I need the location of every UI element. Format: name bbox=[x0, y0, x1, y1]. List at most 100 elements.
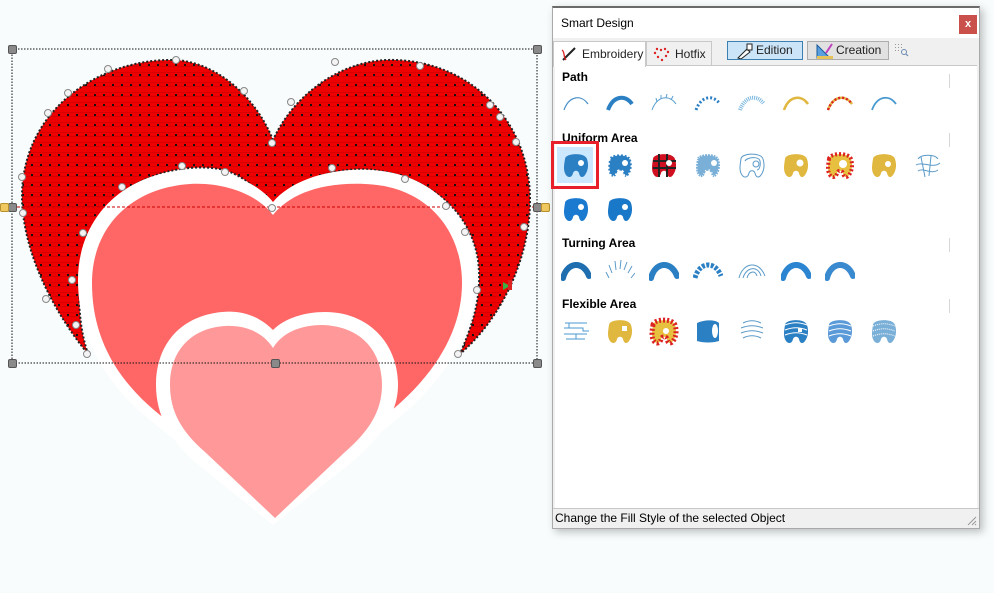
style-option-candy-stripe-fill[interactable] bbox=[821, 147, 857, 183]
yellow-grid-fill-icon bbox=[872, 154, 897, 178]
style-option-stipple-fill[interactable] bbox=[909, 147, 945, 183]
tab-embroidery[interactable]: Embroidery bbox=[553, 41, 646, 67]
style-option-yellow-satin-path[interactable] bbox=[777, 86, 813, 122]
gradient-turning-icon bbox=[781, 262, 811, 281]
panel-titlebar[interactable]: Smart Design x bbox=[553, 8, 979, 38]
style-option-textured-turning[interactable] bbox=[821, 252, 857, 288]
gradient-yellow-fill-icon bbox=[784, 154, 809, 178]
status-bar: Change the Fill Style of the selected Ob… bbox=[553, 508, 979, 528]
style-option-red-beaded-path[interactable] bbox=[821, 86, 857, 122]
section-title-flexible-area: Flexible Area bbox=[562, 297, 637, 311]
style-option-red-yellow-motif-fill[interactable] bbox=[645, 313, 681, 349]
blue-textured-fill-2-icon bbox=[608, 198, 633, 222]
style-option-tartan-fill[interactable] bbox=[645, 147, 681, 183]
section-title-turning-area: Turning Area bbox=[562, 236, 636, 250]
style-option-wave-dense-fill[interactable] bbox=[821, 313, 857, 349]
creation-button[interactable]: Creation bbox=[807, 41, 889, 60]
bead-turning-icon bbox=[693, 262, 723, 279]
style-option-gradient-turning[interactable] bbox=[777, 252, 813, 288]
style-option-satin-flex-fill[interactable] bbox=[689, 313, 725, 349]
section-title-uniform-area: Uniform Area bbox=[562, 131, 638, 145]
edition-label: Edition bbox=[756, 43, 793, 57]
separator bbox=[949, 74, 950, 88]
edition-button[interactable]: Edition bbox=[727, 41, 803, 60]
style-option-bead-turning[interactable] bbox=[689, 252, 725, 288]
handle-bottom-right[interactable] bbox=[533, 359, 542, 368]
handle-bottom-left[interactable] bbox=[8, 359, 17, 368]
yellow-satin-path-icon bbox=[782, 96, 810, 111]
style-option-running-stitch-path[interactable] bbox=[557, 86, 593, 122]
rotate-handle-right[interactable] bbox=[541, 203, 550, 212]
wave-satin-fill-icon bbox=[784, 320, 809, 344]
stipple-fill-icon bbox=[915, 154, 941, 178]
maze-fill-icon bbox=[564, 322, 589, 340]
style-option-blue-textured-fill[interactable] bbox=[557, 191, 593, 227]
styles-list: Path Uniform Area Turning Area Flexible … bbox=[551, 65, 977, 512]
yellow-motif-fill-icon bbox=[608, 320, 633, 344]
contour-turning-icon bbox=[738, 264, 766, 279]
style-option-crosshatch-fill[interactable] bbox=[689, 147, 725, 183]
satin-path-icon bbox=[606, 95, 634, 111]
needle-icon bbox=[561, 47, 576, 61]
red-yellow-motif-fill-icon bbox=[649, 317, 679, 346]
style-option-pattern-path[interactable] bbox=[733, 86, 769, 122]
separator bbox=[949, 133, 950, 147]
tab-embroidery-label: Embroidery bbox=[582, 47, 644, 61]
style-option-contour-fill[interactable] bbox=[733, 147, 769, 183]
panel-toolbar: Embroidery Hotfix Edition Creation bbox=[553, 38, 979, 67]
style-option-blue-textured-fill-2[interactable] bbox=[601, 191, 637, 227]
handle-top-right[interactable] bbox=[533, 45, 542, 54]
style-option-wave-satin-fill[interactable] bbox=[777, 313, 813, 349]
style-option-satin-path[interactable] bbox=[601, 86, 637, 122]
edit-pen-icon bbox=[737, 43, 753, 59]
style-option-thin-line-path[interactable] bbox=[865, 86, 901, 122]
satin-turning-icon bbox=[561, 262, 591, 281]
tartan-fill-icon bbox=[652, 154, 677, 178]
style-option-yellow-grid-fill[interactable] bbox=[865, 147, 901, 183]
style-option-tatami-turning[interactable] bbox=[645, 252, 681, 288]
style-option-wave-lines-fill[interactable] bbox=[733, 313, 769, 349]
handle-top-left[interactable] bbox=[8, 45, 17, 54]
style-option-tatami-fill[interactable] bbox=[551, 141, 599, 189]
satin-flex-fill-icon bbox=[697, 320, 719, 343]
resize-grip-icon[interactable] bbox=[965, 514, 977, 526]
tab-hotfix[interactable]: Hotfix bbox=[646, 41, 712, 66]
inner-heart[interactable] bbox=[170, 325, 382, 518]
style-option-gradient-yellow-fill[interactable] bbox=[777, 147, 813, 183]
style-option-bead-path[interactable] bbox=[689, 86, 725, 122]
rhinestone-heart-icon bbox=[653, 47, 670, 62]
style-option-checker-fill[interactable] bbox=[601, 147, 637, 183]
checker-fill-icon bbox=[606, 152, 634, 179]
bead-path-icon bbox=[694, 96, 722, 111]
red-beaded-path-icon bbox=[826, 96, 854, 111]
design-canvas[interactable] bbox=[0, 0, 550, 593]
candy-stripe-fill-icon bbox=[826, 152, 855, 180]
handle-mid-left[interactable] bbox=[8, 203, 17, 212]
handle-bottom-center[interactable] bbox=[271, 359, 280, 368]
separator bbox=[949, 299, 950, 313]
wave-dotted-fill-icon bbox=[872, 320, 897, 344]
tatami-fill-icon bbox=[564, 154, 589, 178]
pattern-path-icon bbox=[738, 95, 766, 111]
tab-hotfix-label: Hotfix bbox=[675, 47, 706, 61]
panel-title: Smart Design bbox=[561, 16, 634, 30]
style-option-yellow-motif-fill[interactable] bbox=[601, 313, 637, 349]
textured-turning-icon bbox=[825, 262, 855, 281]
style-option-contour-turning[interactable] bbox=[733, 252, 769, 288]
status-text: Change the Fill Style of the selected Ob… bbox=[555, 511, 786, 525]
rotate-handle-left[interactable] bbox=[0, 203, 9, 212]
contour-fill-icon bbox=[739, 153, 765, 178]
style-option-wave-dotted-fill[interactable] bbox=[865, 313, 901, 349]
grid-zoom-icon[interactable] bbox=[894, 43, 910, 57]
separator bbox=[949, 238, 950, 252]
section-title-path: Path bbox=[562, 70, 589, 84]
style-option-e-stitch-path[interactable] bbox=[645, 86, 681, 122]
smart-design-panel: Smart Design x Embroidery Hotfix Edition bbox=[551, 6, 980, 529]
style-option-satin-turning[interactable] bbox=[557, 252, 593, 288]
style-option-radial-lines-turning[interactable] bbox=[601, 252, 637, 288]
radial-lines-turning-icon bbox=[605, 259, 635, 279]
close-button[interactable]: x bbox=[959, 15, 977, 34]
thin-line-path-icon bbox=[871, 96, 897, 111]
ruler-square-icon bbox=[816, 43, 833, 59]
style-option-maze-fill[interactable] bbox=[557, 313, 593, 349]
